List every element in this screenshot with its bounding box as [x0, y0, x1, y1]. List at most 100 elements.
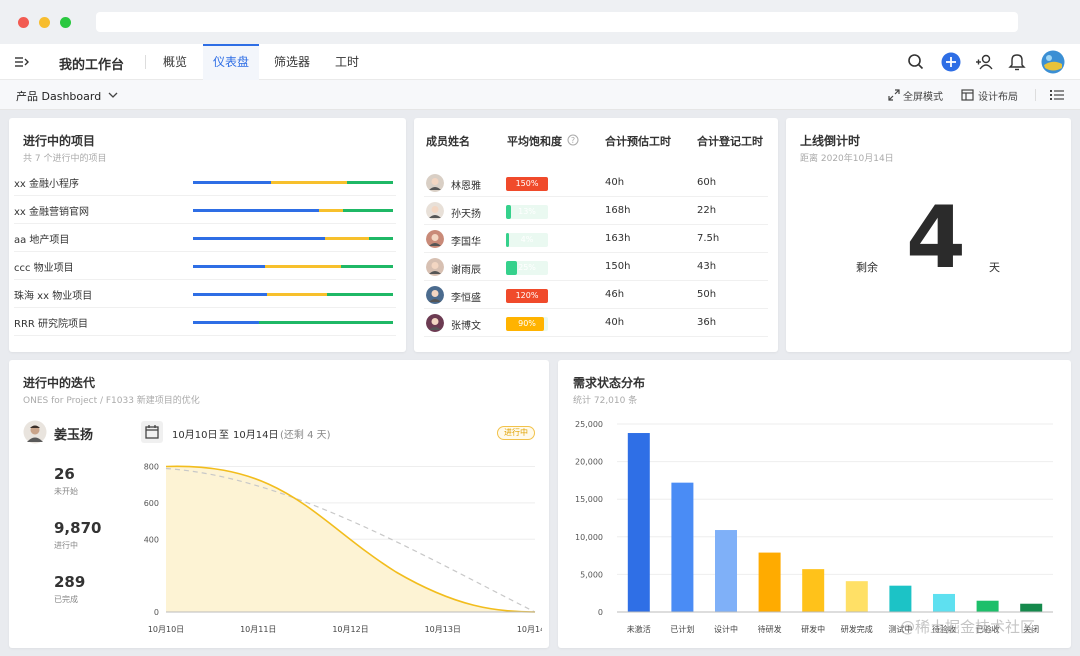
bar-4[interactable]	[802, 569, 825, 612]
iteration-remaining: (还剩 4 天)	[280, 430, 331, 441]
bar-y-tick: 25,000	[575, 420, 603, 429]
saturation-value: 150%	[515, 179, 539, 188]
bar-x-tick: 设计中	[714, 624, 738, 634]
project-row[interactable]: xx 金融小程序	[14, 168, 396, 196]
logged-hours: 22h	[697, 205, 717, 216]
status-bar-chart: 0 5,000 10,000 15,000 20,000 25,000 未激活 已计划 设计中 待…	[575, 420, 1053, 634]
countdown-number: 4	[906, 188, 966, 288]
countdown-title: 上线倒计时	[800, 134, 861, 148]
member-row[interactable]: 孙天扬 13% 168h 22h	[424, 197, 768, 225]
project-name: ccc 物业项目	[14, 263, 74, 274]
member-row[interactable]: 李恒盛 120% 46h 50h	[424, 281, 768, 309]
burndown-x-tick: 10月13日	[425, 625, 461, 634]
bar-2[interactable]	[715, 530, 737, 612]
member-row[interactable]: 林恩雅 150% 40h 60h	[424, 169, 768, 197]
tab-dashboard[interactable]: 仪表盘	[203, 44, 259, 80]
bar-6[interactable]	[889, 585, 912, 612]
project-progress-segment	[341, 265, 393, 268]
minimize-window-button[interactable]	[39, 17, 50, 28]
saturation-track: 25%	[506, 261, 548, 275]
tab-overview[interactable]: 概览	[156, 44, 194, 80]
project-name: RRR 研究院项目	[14, 319, 89, 330]
menu-collapse-icon[interactable]	[14, 55, 30, 69]
countdown-prefix: 剩余	[856, 261, 878, 274]
help-icon[interactable]: ?	[567, 134, 579, 146]
member-avatar	[426, 286, 444, 304]
burndown-y-tick: 800	[144, 463, 159, 472]
tab-worktime[interactable]: 工时	[328, 44, 366, 80]
divider	[145, 55, 146, 69]
bar-y-tick: 15,000	[575, 495, 603, 504]
project-progress-segment	[193, 209, 319, 212]
member-avatar	[426, 202, 444, 220]
member-avatar	[426, 230, 444, 248]
fullscreen-button[interactable]: 全屏模式	[903, 88, 943, 103]
project-progress-segment	[193, 293, 267, 296]
search-icon[interactable]	[907, 53, 925, 71]
project-progress-segment	[369, 237, 393, 240]
project-progress-segment	[343, 209, 393, 212]
add-button[interactable]	[941, 52, 961, 72]
member-name: 林恩雅	[451, 181, 481, 192]
bar-x-tick: 待研发	[758, 624, 782, 634]
watermark: @稀土掘金技术社区	[900, 618, 1036, 636]
burndown-x-tick: 10月10日	[148, 625, 184, 634]
member-name-header: 成员姓名	[426, 135, 470, 148]
bar-x-tick: 未激活	[627, 624, 651, 634]
bar-8[interactable]	[976, 600, 999, 612]
bar-y-tick: 0	[598, 608, 603, 617]
fullscreen-icon[interactable]	[888, 89, 900, 101]
bell-icon[interactable]	[1008, 52, 1026, 72]
member-row[interactable]: 谢雨辰 25% 150h 43h	[424, 253, 768, 281]
completed-label: 已完成	[54, 595, 78, 604]
saturation-track: 13%	[506, 205, 548, 219]
add-user-icon[interactable]	[974, 52, 994, 72]
burndown-chart: 0 400 600 800 10月10日 10月11日 10月12日 10月13日 10月14日	[144, 463, 542, 635]
chevron-down-icon[interactable]	[108, 91, 118, 99]
member-row[interactable]: 张博文 90% 40h 36h	[424, 309, 768, 337]
burndown-y-tick: 0	[154, 608, 159, 617]
countdown-subtitle: 距离 2020年10月14日	[800, 154, 894, 164]
bar-3[interactable]	[758, 552, 781, 612]
layout-icon[interactable]	[961, 89, 974, 101]
tab-filters[interactable]: 筛选器	[268, 44, 316, 80]
address-bar[interactable]	[96, 12, 1018, 32]
user-avatar[interactable]	[1041, 50, 1065, 74]
project-row[interactable]: aa 地产项目	[14, 224, 396, 252]
in-progress-count: 9,870	[54, 519, 102, 537]
projects-subtitle: 共 7 个进行中的项目	[23, 154, 107, 164]
project-row[interactable]: RRR 研究院项目	[14, 308, 396, 336]
maximize-window-button[interactable]	[60, 17, 71, 28]
window-titlebar	[0, 0, 1080, 44]
bar-x-tick: 已计划	[670, 624, 694, 634]
project-row[interactable]: ccc 物业项目	[14, 252, 396, 280]
bar-0[interactable]	[627, 433, 650, 612]
owner-name: 姜玉扬	[54, 428, 94, 443]
project-row[interactable]: xx 金融营销官网	[14, 196, 396, 224]
project-name: xx 金融营销官网	[14, 207, 90, 218]
completed-count: 289	[54, 573, 86, 591]
member-avatar	[426, 258, 444, 276]
project-progress-segment	[319, 209, 343, 212]
design-layout-button[interactable]: 设计布局	[978, 88, 1018, 103]
status-title: 需求状态分布	[573, 376, 646, 390]
owner-avatar	[23, 420, 47, 444]
bar-9[interactable]	[1020, 603, 1043, 612]
close-window-button[interactable]	[18, 17, 29, 28]
bar-7[interactable]	[933, 593, 955, 612]
project-row[interactable]: 珠海 xx 物业项目	[14, 280, 396, 308]
member-row[interactable]: 李国华 4% 163h 7.5h	[424, 225, 768, 253]
bar-5[interactable]	[845, 581, 868, 612]
bar-1[interactable]	[671, 482, 694, 612]
estimated-hours-header: 合计预估工时	[605, 135, 671, 148]
dashboard-selector[interactable]: 产品 Dashboard	[16, 88, 101, 104]
member-avatar	[426, 174, 444, 192]
project-progress-segment	[193, 265, 265, 268]
bar-x-tick: 研发中	[801, 624, 825, 634]
member-name: 孙天扬	[451, 209, 481, 220]
not-started-label: 未开始	[54, 487, 78, 496]
iteration-subtitle: ONES for Project / F1033 新建项目的优化	[23, 396, 200, 406]
estimated-hours: 46h	[605, 289, 625, 300]
countdown-suffix: 天	[989, 261, 1000, 274]
list-icon[interactable]	[1050, 89, 1064, 101]
